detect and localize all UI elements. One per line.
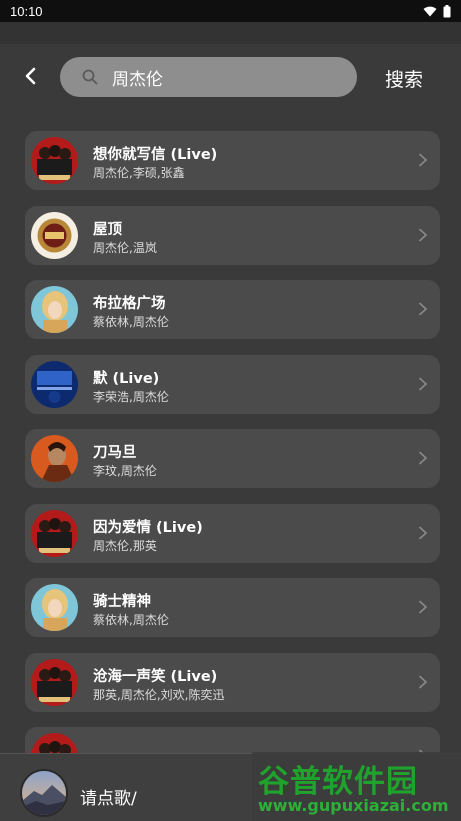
status-time: 10:10 <box>10 3 43 19</box>
song-title: 屋顶 <box>93 221 122 238</box>
song-item[interactable] <box>25 727 440 753</box>
song-artists: 蔡依林,周杰伦 <box>93 315 169 329</box>
chevron-right-icon <box>419 377 428 390</box>
song-item[interactable]: 想你就写信 (Live) 周杰伦,李硕,张鑫 <box>25 131 440 190</box>
chevron-right-icon <box>419 302 428 316</box>
song-item[interactable]: 因为爱情 (Live) 周杰伦,那英 <box>25 503 440 563</box>
song-title: 想你就写信 (Live) <box>93 147 218 163</box>
search-bar: 搜索 <box>0 44 461 112</box>
song-title: 因为爱情 (Live) <box>93 519 203 536</box>
search-input[interactable] <box>112 67 332 87</box>
album-cover <box>31 509 78 557</box>
chevron-right-icon <box>419 600 428 614</box>
song-artists: 李玟,周杰伦 <box>93 464 157 478</box>
album-cover <box>31 733 78 753</box>
song-artists: 周杰伦,温岚 <box>93 240 157 255</box>
song-title: 布拉格广场 <box>93 296 166 312</box>
chevron-left-icon <box>25 67 36 85</box>
song-title: 刀马旦 <box>93 445 137 461</box>
song-title: 沧海一声笑 (Live) <box>93 668 218 685</box>
battery-icon <box>443 4 451 17</box>
song-title: 骑士精神 <box>93 594 151 610</box>
player-cover[interactable] <box>20 769 68 817</box>
search-icon <box>82 69 98 85</box>
player-label: 请点歌/ <box>80 789 137 809</box>
album-cover <box>31 658 78 706</box>
chevron-right-icon <box>419 451 428 465</box>
song-artists: 那英,周杰伦,刘欢,陈奕迅 <box>93 687 225 702</box>
album-cover <box>31 137 78 184</box>
song-item[interactable]: 沧海一声笑 (Live) 那英,周杰伦,刘欢,陈奕迅 <box>25 652 440 712</box>
header-band <box>0 22 461 44</box>
search-field[interactable] <box>60 57 357 97</box>
song-item[interactable]: 屋顶 周杰伦,温岚 <box>25 205 440 265</box>
chevron-right-icon <box>419 526 428 539</box>
watermark: 谷普软件园 www.gupuxiazai.com <box>252 752 461 821</box>
song-artists: 周杰伦,李硕,张鑫 <box>93 166 185 180</box>
mountain-artwork <box>22 771 66 815</box>
song-item[interactable]: 布拉格广场 蔡依林,周杰伦 <box>25 280 440 339</box>
status-icons <box>423 4 451 18</box>
chevron-right-icon <box>419 675 428 688</box>
album-cover <box>31 286 78 333</box>
chevron-right-icon <box>419 228 428 241</box>
song-item[interactable]: 默 (Live) 李荣浩,周杰伦 <box>25 354 440 414</box>
chevron-right-icon <box>419 153 428 167</box>
back-button[interactable] <box>18 64 42 88</box>
watermark-name: 谷普软件园 <box>258 764 418 800</box>
song-item[interactable]: 刀马旦 李玟,周杰伦 <box>25 429 440 488</box>
wifi-icon <box>423 6 437 16</box>
status-bar: 10:10 <box>0 0 461 22</box>
song-artists: 蔡依林,周杰伦 <box>93 613 169 627</box>
album-cover <box>31 584 78 631</box>
watermark-url: www.gupuxiazai.com <box>258 796 449 815</box>
song-artists: 李荣浩,周杰伦 <box>93 389 169 404</box>
album-cover <box>31 360 78 408</box>
song-title: 默 (Live) <box>93 370 160 387</box>
song-artists: 周杰伦,那英 <box>93 538 157 553</box>
song-list: 想你就写信 (Live) 周杰伦,李硕,张鑫 屋顶 周杰伦,温岚 布拉格广场 蔡… <box>25 131 440 753</box>
search-button[interactable]: 搜索 <box>385 65 423 92</box>
album-cover <box>31 435 78 482</box>
album-cover <box>31 211 78 259</box>
song-item[interactable]: 骑士精神 蔡依林,周杰伦 <box>25 578 440 637</box>
